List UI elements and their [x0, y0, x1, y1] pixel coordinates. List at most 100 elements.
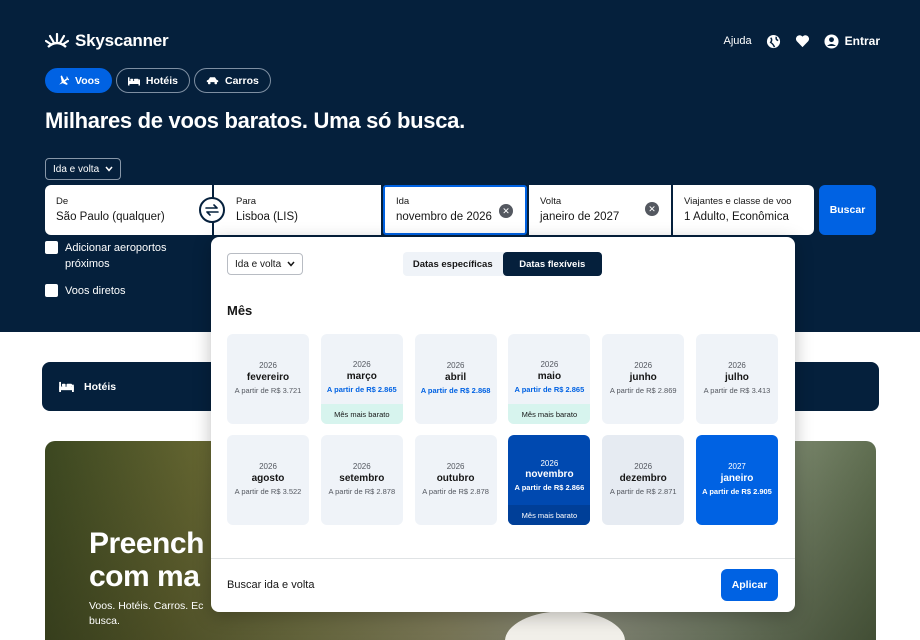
chevron-down-icon: [105, 166, 113, 172]
month-name: março: [346, 371, 377, 382]
sunburst-logo-icon: [45, 33, 69, 48]
login-label: Entrar: [844, 34, 880, 48]
clear-return-icon[interactable]: ✕: [645, 202, 659, 216]
depart-value: novembro de 2026: [396, 211, 492, 223]
swap-locations-button[interactable]: [199, 197, 225, 223]
footer-divider: [211, 558, 795, 559]
month-year: 2026: [446, 462, 465, 471]
trip-type-select[interactable]: Ida e volta: [45, 158, 121, 180]
globe-icon[interactable]: [766, 34, 781, 49]
month-card-novembro-selected[interactable]: 2026 novembro A partir de R$ 2.866 Mês m…: [508, 435, 591, 525]
month-card-maio[interactable]: 2026 maio A partir de R$ 2.865 Mês mais …: [508, 334, 591, 424]
month-price: A partir de R$ 2.869: [609, 386, 677, 395]
to-field[interactable]: Para Lisboa (LIS): [214, 185, 381, 235]
month-card-fevereiro[interactable]: 2026 fevereiro A partir de R$ 3.721: [227, 334, 309, 424]
tab-hotels[interactable]: Hotéis: [115, 68, 190, 93]
month-name: fevereiro: [246, 372, 290, 383]
direct-flights-label: Voos diretos: [65, 285, 126, 297]
month-card-abril[interactable]: 2026 abril A partir de R$ 2.868: [414, 334, 497, 424]
datepicker-trip-type-value: Ida e volta: [235, 258, 282, 270]
month-card-setembro[interactable]: 2026 setembro A partir de R$ 2.878: [320, 435, 403, 525]
return-value: janeiro de 2027: [540, 211, 620, 223]
month-name: julho: [725, 372, 749, 383]
return-label: Volta: [540, 196, 562, 207]
month-name: junho: [629, 372, 657, 383]
direct-flights-checkbox[interactable]: [45, 284, 58, 297]
bed-icon: [59, 381, 74, 392]
month-name: novembro: [525, 469, 574, 480]
search-round-trip-label: Buscar ida e volta: [227, 579, 315, 591]
month-year: 2026: [540, 459, 559, 468]
datepicker-trip-type-select[interactable]: Ida e volta: [227, 253, 303, 275]
airplane-icon: [59, 74, 69, 85]
travellers-value: 1 Adulto, Econômica: [684, 211, 789, 223]
bed-icon: [127, 76, 140, 85]
month-name: abril: [445, 372, 467, 383]
date-mode-toggle: Datas específicas Datas flexíveis: [403, 252, 602, 276]
hotels-banner-label: Hotéis: [84, 380, 117, 393]
tab-cars-label: Carros: [225, 74, 259, 87]
swap-arrows-icon: [205, 204, 219, 216]
to-label: Para: [236, 196, 257, 207]
month-year: 2027: [728, 462, 746, 471]
product-tabs: Voos Hotéis Carros: [45, 68, 271, 93]
to-value: Lisboa (LIS): [236, 211, 299, 223]
month-card-dezembro[interactable]: 2026 dezembro A partir de R$ 2.871: [602, 435, 685, 525]
tab-flights[interactable]: Voos: [45, 68, 112, 93]
month-name: outubro: [436, 473, 475, 484]
from-value: São Paulo (qualquer): [56, 211, 165, 223]
nearby-airports-checkbox[interactable]: [45, 241, 58, 254]
login-button[interactable]: Entrar: [824, 33, 880, 49]
brand-name: Skyscanner: [75, 31, 169, 50]
apply-button[interactable]: Aplicar: [721, 569, 778, 601]
month-card-junho[interactable]: 2026 junho A partir de R$ 2.869: [602, 334, 685, 424]
help-link[interactable]: Ajuda: [724, 35, 752, 47]
month-card-janeiro-selected[interactable]: 2027 janeiro A partir de R$ 2.905: [695, 435, 778, 525]
from-label: De: [56, 196, 69, 207]
tab-flexible-dates[interactable]: Datas flexíveis: [502, 252, 602, 276]
month-year: 2026: [446, 361, 465, 370]
month-name: dezembro: [619, 473, 667, 484]
flight-search-form: De São Paulo (qualquer) Para Lisboa (LIS…: [45, 185, 814, 235]
car-icon: [206, 77, 219, 85]
month-year: 2026: [634, 361, 653, 370]
user-icon: [824, 33, 839, 49]
heart-icon[interactable]: [795, 34, 810, 48]
month-price: A partir de R$ 2.866: [514, 483, 585, 492]
return-field[interactable]: Volta janeiro de 2027 ✕: [529, 185, 671, 235]
nearby-airports-option[interactable]: Adicionar aeroportos próximos: [45, 240, 167, 272]
clear-depart-icon[interactable]: ✕: [499, 204, 513, 218]
direct-flights-option[interactable]: Voos diretos: [45, 283, 167, 299]
month-year: 2026: [352, 360, 371, 369]
month-year: 2026: [728, 361, 746, 370]
month-card-agosto[interactable]: 2026 agosto A partir de R$ 3.522: [227, 435, 309, 525]
nearby-airports-label-line1: Adicionar aeroportos: [65, 242, 167, 254]
tab-hotels-label: Hotéis: [145, 74, 178, 87]
promo-subtitle-line1: Voos. Hotéis. Carros. Ec: [89, 600, 204, 612]
month-price: A partir de R$ 3.522: [234, 487, 302, 496]
month-price: A partir de R$ 2.868: [420, 386, 491, 395]
depart-field[interactable]: Ida novembro de 2026 ✕: [383, 185, 527, 235]
month-price: A partir de R$ 2.878: [328, 487, 396, 496]
month-price: A partir de R$ 2.878: [422, 487, 489, 496]
month-year: 2026: [259, 361, 277, 370]
tab-specific-dates[interactable]: Datas específicas: [403, 252, 503, 276]
month-name: agosto: [251, 473, 285, 484]
promo-title: Preench com ma: [89, 527, 204, 593]
search-button[interactable]: Buscar: [819, 185, 876, 235]
cheapest-month-badge: Mês mais barato: [508, 505, 591, 525]
skyscanner-logo[interactable]: Skyscanner: [45, 31, 169, 51]
month-year: 2026: [540, 360, 559, 369]
month-card-outubro[interactable]: 2026 outubro A partir de R$ 2.878: [414, 435, 497, 525]
month-price: A partir de R$ 3.721: [234, 386, 302, 395]
month-card-julho[interactable]: 2026 julho A partir de R$ 3.413: [695, 334, 778, 424]
month-year: 2026: [634, 462, 653, 471]
date-picker-popover: Ida e volta Datas específicas Datas flex…: [211, 237, 795, 612]
month-year: 2026: [352, 462, 371, 471]
travellers-field[interactable]: Viajantes e classe de voo 1 Adulto, Econ…: [673, 185, 814, 235]
promo-subtitle: Voos. Hotéis. Carros. Ec busca.: [89, 599, 219, 629]
cheapest-month-badge: Mês mais barato: [320, 404, 403, 424]
from-field[interactable]: De São Paulo (qualquer): [45, 185, 212, 235]
tab-cars[interactable]: Carros: [194, 68, 271, 93]
month-card-marco[interactable]: 2026 março A partir de R$ 2.865 Mês mais…: [320, 334, 403, 424]
